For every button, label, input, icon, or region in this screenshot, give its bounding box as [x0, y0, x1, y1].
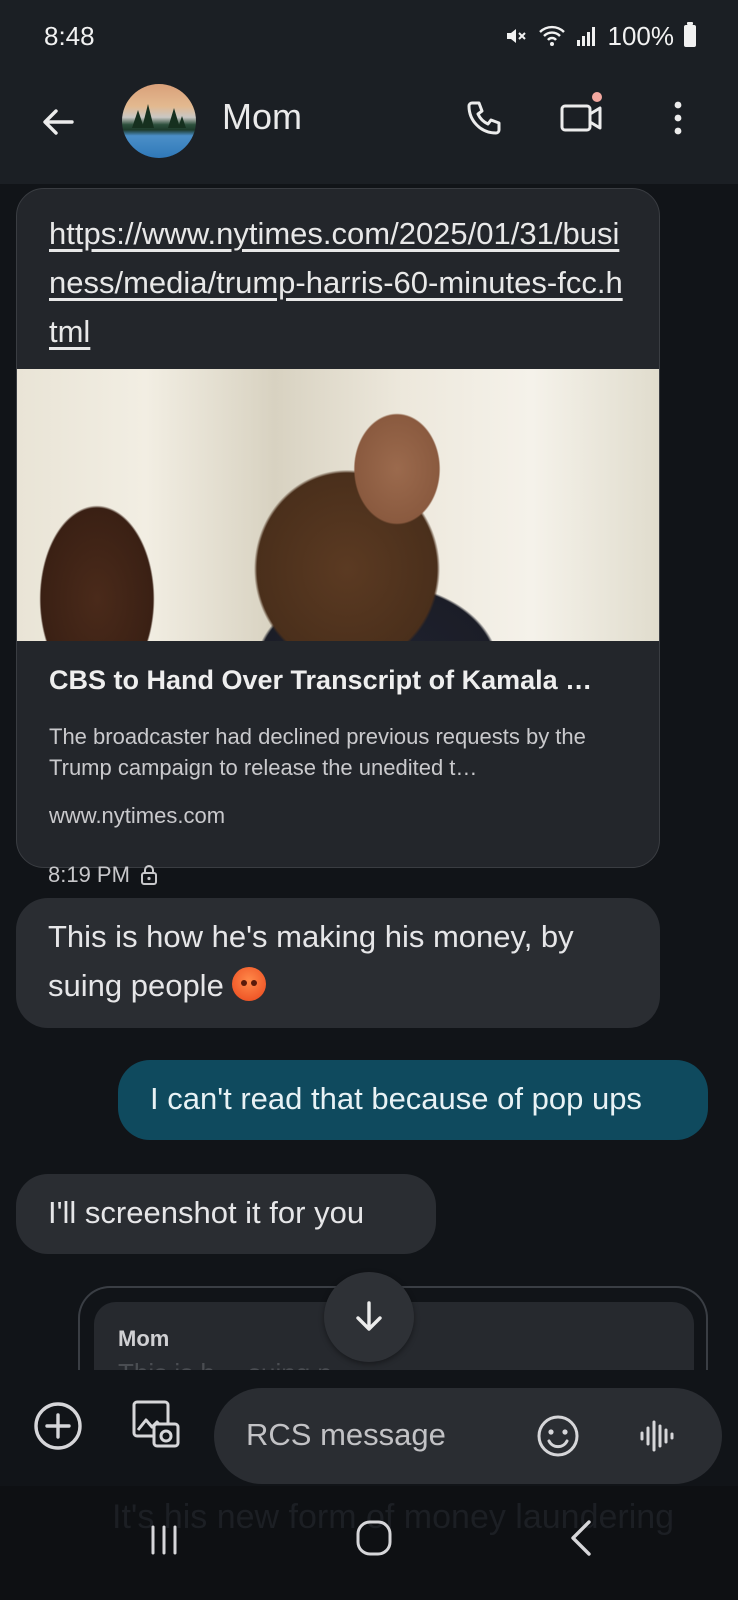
- voice-message-button[interactable]: [632, 1410, 684, 1462]
- video-call-button[interactable]: [556, 92, 608, 144]
- message-input[interactable]: RCS message: [214, 1388, 722, 1484]
- status-icons: 100%: [504, 20, 696, 52]
- voice-icon: [640, 1420, 674, 1452]
- system-back-button[interactable]: [556, 1514, 604, 1562]
- contact-name[interactable]: Mom: [222, 96, 302, 138]
- battery-icon: [684, 22, 696, 47]
- home-button[interactable]: [348, 1512, 400, 1564]
- link-preview-image[interactable]: [17, 369, 659, 641]
- home-icon: [356, 1520, 392, 1556]
- notification-dot: [592, 92, 602, 102]
- status-bar: 8:48 100%: [0, 0, 738, 72]
- phone-icon: [467, 101, 501, 135]
- gallery-icon: [132, 1400, 180, 1448]
- link-url[interactable]: https://www.nytimes.com/2025/01/31/busin…: [49, 209, 629, 356]
- conversation-header: Mom: [0, 72, 738, 184]
- arrow-down-icon: [356, 1301, 382, 1331]
- message-timestamp: 8:19 PM: [48, 862, 158, 888]
- link-preview-domain: www.nytimes.com: [49, 803, 226, 828]
- mute-icon: [504, 24, 528, 48]
- message-text: I can't read that because of pop ups: [150, 1081, 642, 1116]
- gallery-button[interactable]: [128, 1396, 184, 1452]
- video-icon: [560, 104, 602, 132]
- wifi-icon: [538, 24, 566, 48]
- angry-emoji-icon: [232, 967, 267, 1001]
- emoji-button[interactable]: [532, 1410, 584, 1462]
- back-arrow-icon: [43, 109, 74, 135]
- avatar[interactable]: [122, 84, 196, 158]
- scroll-to-bottom-button[interactable]: [324, 1272, 414, 1362]
- recents-icon: [151, 1525, 177, 1555]
- more-vert-icon: [674, 101, 682, 135]
- add-attachment-button[interactable]: [30, 1398, 86, 1454]
- timestamp-text: 8:19 PM: [48, 862, 130, 887]
- status-time: 8:48: [44, 20, 95, 51]
- link-preview-card[interactable]: https://www.nytimes.com/2025/01/31/busin…: [16, 188, 660, 868]
- link-preview-title: CBS to Hand Over Transcript of Kamala …: [49, 665, 593, 695]
- link-preview-description: The broadcaster had declined previous re…: [49, 724, 586, 780]
- system-navigation-bar: It's his new form of money laundering: [0, 1486, 738, 1600]
- more-options-button[interactable]: [652, 92, 704, 144]
- add-circle-icon: [34, 1402, 82, 1450]
- quoted-preview: This is h… suing p…: [118, 1358, 670, 1370]
- compose-bar: RCS message: [0, 1370, 738, 1486]
- lock-icon: [140, 865, 157, 885]
- recents-button[interactable]: [140, 1516, 188, 1564]
- signal-icon: [576, 24, 598, 48]
- incoming-message[interactable]: I'll screenshot it for you: [16, 1174, 436, 1254]
- message-text: I'll screenshot it for you: [48, 1195, 365, 1230]
- incoming-message[interactable]: This is how he's making his money, by su…: [16, 898, 660, 1028]
- battery-text: 100%: [607, 20, 675, 51]
- outgoing-message[interactable]: I can't read that because of pop ups: [118, 1060, 708, 1140]
- message-text: This is how he's making his money, by su…: [48, 919, 574, 1003]
- chevron-left-icon: [571, 1520, 591, 1556]
- message-input-placeholder: RCS message: [246, 1417, 446, 1452]
- emoji-icon: [537, 1415, 579, 1457]
- message-thread[interactable]: https://www.nytimes.com/2025/01/31/busin…: [0, 184, 738, 1370]
- back-button[interactable]: [34, 98, 82, 146]
- call-button[interactable]: [458, 92, 510, 144]
